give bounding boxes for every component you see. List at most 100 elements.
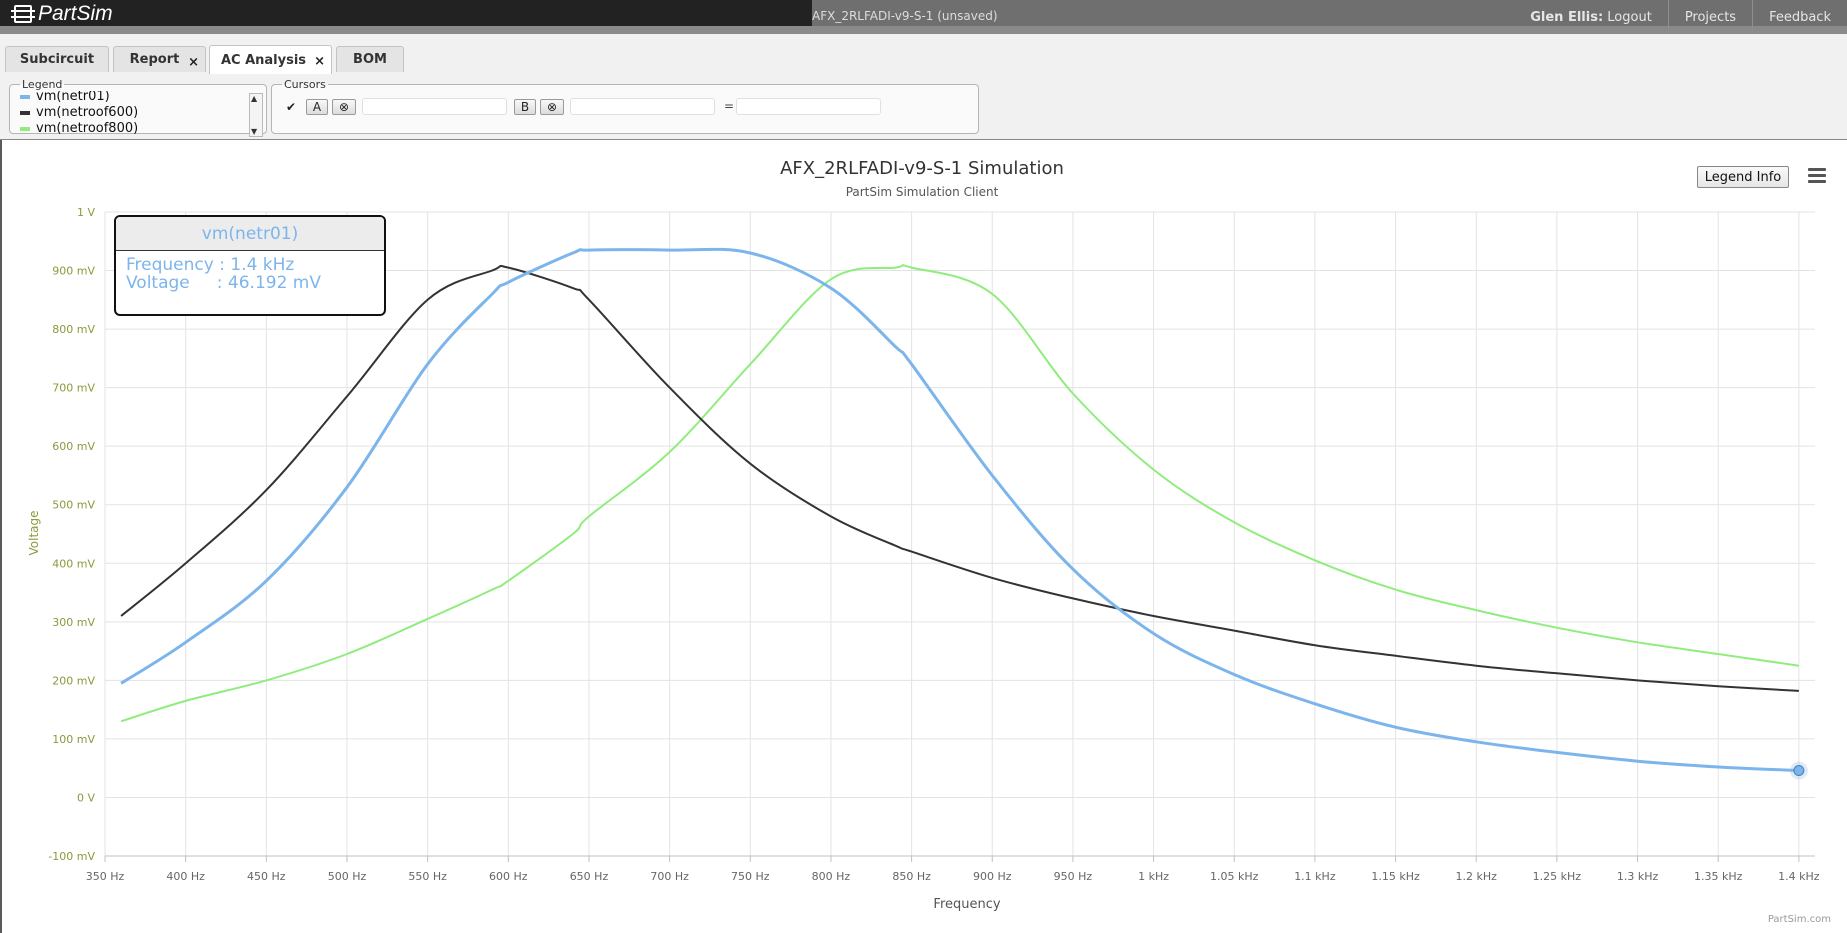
x-tick-label: 850 Hz	[892, 870, 931, 883]
legend-panel: Legend vm(netr01) vm(netroof600) vm(netr…	[9, 78, 267, 137]
x-tick-label: 700 Hz	[650, 870, 689, 883]
tab-label: Report	[129, 52, 180, 67]
brand-logo[interactable]: PartSim	[11, 2, 113, 25]
cursor-enable-checkbox[interactable]: ✔	[286, 100, 298, 114]
x-tick-label: 1.4 kHz	[1778, 870, 1820, 883]
series-line-vm-netroof800-	[120, 264, 1800, 723]
close-icon[interactable]: ×	[188, 55, 199, 70]
tooltip-voltage: Voltage : 46.192 mV	[126, 273, 321, 293]
x-tick-label: 550 Hz	[408, 870, 447, 883]
chart-subtitle: PartSim Simulation Client	[846, 185, 999, 199]
clear-cursor-b-icon[interactable]: ⊗	[540, 99, 564, 115]
y-tick-label: 100 mV	[52, 733, 95, 746]
x-tick-label: 400 Hz	[166, 870, 205, 883]
cursors-panel-title: Cursors	[284, 78, 326, 91]
legend-item[interactable]: vm(netroof800)	[20, 121, 138, 136]
legend-item-label: vm(netroof800)	[36, 121, 139, 136]
tab-label: AC Analysis	[220, 52, 307, 68]
x-tick-label: 1.25 kHz	[1533, 870, 1582, 883]
clear-cursor-a-icon[interactable]: ⊗	[332, 99, 356, 115]
top-bar-dark	[0, 0, 812, 26]
nav-feedback[interactable]: Feedback	[1752, 0, 1847, 34]
partsim-credit[interactable]: PartSim.com	[1768, 914, 1831, 925]
x-tick-label: 1.3 kHz	[1617, 870, 1659, 883]
legend-swatch	[20, 126, 30, 131]
hover-marker	[1793, 765, 1805, 777]
tab-report[interactable]: Report ×	[113, 46, 206, 72]
legend-swatch	[20, 94, 30, 99]
x-axis-title: Frequency	[933, 897, 1000, 912]
document-title: AFX_2RLFADI-v9-S-1 (unsaved)	[812, 9, 998, 23]
x-tick-label: 1 kHz	[1138, 870, 1169, 883]
legend-info-button[interactable]: Legend Info	[1697, 166, 1789, 188]
cursor-a-button[interactable]: A	[306, 99, 328, 115]
cursor-diff-input[interactable]	[736, 98, 881, 115]
user-name: Glen Ellis:	[1530, 9, 1604, 25]
x-tick-label: 900 Hz	[973, 870, 1012, 883]
analysis-panel: Legend vm(netr01) vm(netroof600) vm(netr…	[0, 74, 1847, 140]
x-tick-label: 950 Hz	[1054, 870, 1093, 883]
close-icon[interactable]: ×	[314, 54, 325, 69]
y-tick-label: 200 mV	[52, 674, 95, 687]
x-tick-label: 800 Hz	[812, 870, 851, 883]
y-tick-label: 500 mV	[52, 499, 95, 512]
x-tick-label: 450 Hz	[247, 870, 286, 883]
brand-name: PartSim	[38, 2, 113, 25]
chip-icon	[11, 5, 35, 23]
tab-label: BOM	[353, 52, 387, 67]
cursors-panel: Cursors ✔ A ⊗ B ⊗ =	[271, 78, 979, 134]
tab-ac-analysis[interactable]: AC Analysis ×	[209, 45, 332, 74]
scroll-up-icon[interactable]: ▲	[251, 94, 257, 103]
tab-label: Subcircuit	[19, 52, 95, 67]
user-info: Glen Ellis: Logout	[1514, 10, 1668, 25]
y-tick-label: 0 V	[77, 791, 95, 804]
chart-menu-icon[interactable]	[1808, 168, 1828, 186]
legend-list: vm(netr01) vm(netroof600) vm(netroof800)	[10, 91, 250, 139]
x-tick-label: 500 Hz	[328, 870, 367, 883]
x-tick-label: 1.35 kHz	[1694, 870, 1743, 883]
top-bar: PartSim AFX_2RLFADI-v9-S-1 (unsaved) Gle…	[0, 0, 1847, 34]
y-tick-label: 400 mV	[52, 557, 95, 570]
y-tick-label: 800 mV	[52, 323, 95, 336]
tab-bom[interactable]: BOM	[336, 46, 404, 72]
tab-bar: Subcircuit Report × AC Analysis × BOM	[0, 34, 1847, 75]
chart-area: -100 mV 0 V 100 mV 200 mV 300 mV 400 mV 500 mV…	[0, 140, 1847, 933]
nav-projects[interactable]: Projects	[1667, 0, 1752, 34]
legend-scrollbar[interactable]: ▲ ▼	[249, 93, 263, 137]
scroll-down-icon[interactable]: ▼	[251, 127, 257, 136]
legend-item[interactable]: vm(netr01)	[20, 91, 110, 104]
series-line-vm-netr01-	[120, 247, 1799, 772]
x-tick-label: 350 Hz	[86, 870, 125, 883]
tooltip-frequency: Frequency : 1.4 kHz	[126, 255, 295, 275]
cursor-b-button[interactable]: B	[514, 99, 536, 115]
legend-swatch	[20, 110, 30, 115]
tooltip-series-name: vm(netr01)	[116, 217, 384, 251]
user-area: Glen Ellis: Logout Projects Feedback	[1514, 0, 1847, 34]
x-tick-label: 600 Hz	[489, 870, 528, 883]
x-tick-label: 1.2 kHz	[1456, 870, 1498, 883]
logout-link[interactable]: Logout	[1607, 10, 1652, 25]
legend-panel-title: Legend	[22, 78, 63, 91]
x-tick-label: 750 Hz	[731, 870, 770, 883]
series-line-vm-netroof600-	[120, 264, 1799, 692]
x-tick-label: 1.05 kHz	[1210, 870, 1259, 883]
y-tick-label: 900 mV	[52, 265, 95, 278]
y-tick-label: 700 mV	[52, 382, 95, 395]
legend-item[interactable]: vm(netroof600)	[20, 105, 138, 120]
x-tick-label: 1.15 kHz	[1371, 870, 1420, 883]
y-tick-label: -100 mV	[48, 850, 95, 863]
cursor-b-input[interactable]	[570, 98, 715, 115]
tab-subcircuit[interactable]: Subcircuit	[5, 46, 109, 72]
y-tick-label: 600 mV	[52, 440, 95, 453]
chart-title: AFX_2RLFADI-v9-S-1 Simulation	[780, 158, 1064, 179]
x-tick-label: 1.1 kHz	[1294, 870, 1336, 883]
y-tick-label: 300 mV	[52, 616, 95, 629]
equals-sign: =	[724, 99, 735, 113]
chart-tooltip: vm(netr01) Frequency : 1.4 kHz Voltage :…	[114, 215, 386, 316]
y-tick-label: 1 V	[77, 206, 95, 219]
legend-item-label: vm(netroof600)	[36, 105, 139, 120]
y-axis-title: Voltage	[27, 510, 41, 555]
legend-item-label: vm(netr01)	[36, 91, 110, 104]
x-tick-label: 650 Hz	[570, 870, 609, 883]
cursor-a-input[interactable]	[362, 98, 507, 115]
